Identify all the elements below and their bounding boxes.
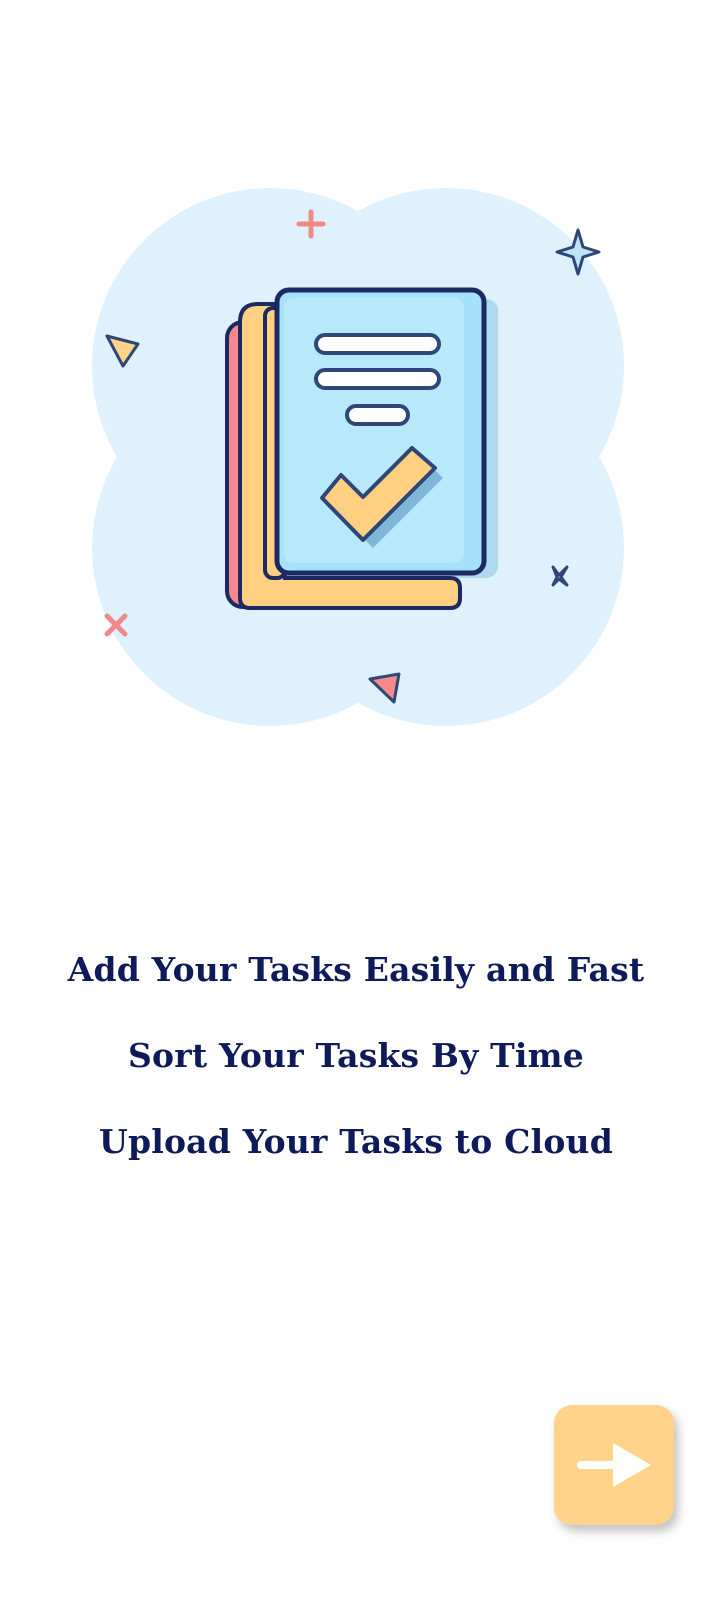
task-book-illustration bbox=[90, 186, 626, 726]
feature-sort-tasks: Sort Your Tasks By Time bbox=[128, 1036, 584, 1075]
feature-list: Add Your Tasks Easily and Fast Sort Your… bbox=[0, 952, 712, 1210]
arrow-right-icon bbox=[577, 1443, 651, 1487]
next-button[interactable] bbox=[554, 1405, 674, 1525]
feature-upload-tasks: Upload Your Tasks to Cloud bbox=[98, 1122, 614, 1161]
feature-add-tasks: Add Your Tasks Easily and Fast bbox=[67, 950, 645, 989]
